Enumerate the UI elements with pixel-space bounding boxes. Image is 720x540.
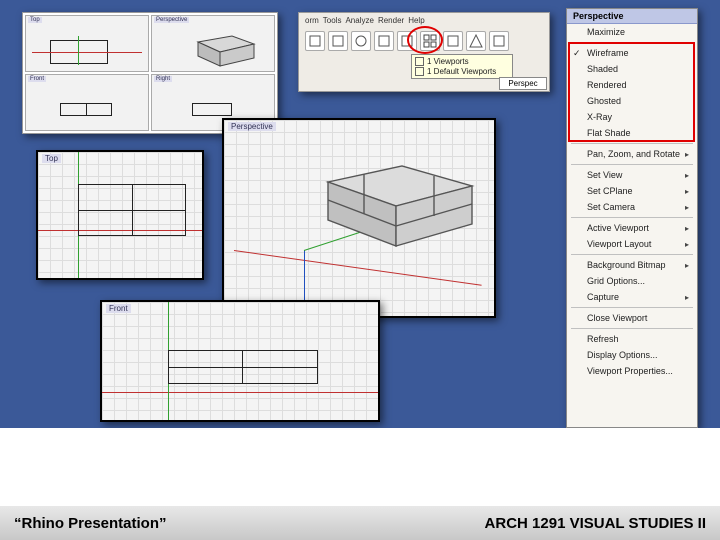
mini-label: Front bbox=[28, 76, 46, 82]
context-menu-item-label: Pan, Zoom, and Rotate bbox=[587, 149, 680, 159]
tooltip-line: 1 Viewports bbox=[427, 57, 469, 67]
context-menu-item-label: Shaded bbox=[587, 64, 618, 74]
viewport-perspective: Perspective bbox=[222, 118, 496, 318]
context-menu-item[interactable]: X-Ray bbox=[567, 109, 697, 125]
context-menu-item[interactable]: Shaded bbox=[567, 61, 697, 77]
context-menu-item[interactable]: Flat Shade bbox=[567, 125, 697, 141]
tooltip-line: 1 Default Viewports bbox=[427, 67, 496, 77]
box3d-icon bbox=[190, 30, 260, 70]
context-menu-item-label: Wireframe bbox=[587, 48, 629, 58]
context-menu-item-label: Viewport Properties... bbox=[587, 366, 673, 376]
menu-separator bbox=[571, 307, 693, 308]
context-menu-item-label: Maximize bbox=[587, 27, 625, 37]
toolbar-button[interactable] bbox=[351, 31, 371, 51]
context-menu-item[interactable]: Viewport Properties... bbox=[567, 363, 697, 379]
context-menu-title: Perspective bbox=[567, 9, 697, 24]
context-menu-item-label: Grid Options... bbox=[587, 276, 645, 286]
context-menu-item-label: Active Viewport bbox=[587, 223, 649, 233]
menu-item[interactable]: Help bbox=[408, 16, 424, 25]
context-menu-item-label: Close Viewport bbox=[587, 313, 647, 323]
context-menu-item-label: Set CPlane bbox=[587, 186, 633, 196]
viewport-title: Perspective bbox=[228, 122, 276, 131]
viewport-title: Front bbox=[106, 304, 131, 313]
mini-label: Top bbox=[28, 17, 42, 23]
menu-separator bbox=[571, 164, 693, 165]
context-menu-item-label: X-Ray bbox=[587, 112, 612, 122]
context-menu-item[interactable]: Close Viewport bbox=[567, 310, 697, 326]
box3d-icon bbox=[314, 150, 484, 260]
toolbar-button[interactable] bbox=[328, 31, 348, 51]
context-menu-item-label: Rendered bbox=[587, 80, 627, 90]
toolbar-button[interactable] bbox=[397, 31, 417, 51]
context-menu-item-label: Display Options... bbox=[587, 350, 658, 360]
footer-right: ARCH 1291 VISUAL STUDIES II bbox=[485, 515, 706, 532]
context-menu-item[interactable]: Wireframe bbox=[567, 45, 697, 61]
mini-view-top: Top bbox=[25, 15, 149, 72]
menu-separator bbox=[571, 217, 693, 218]
viewport-tab-label: Perspec bbox=[508, 79, 537, 88]
context-menu-item[interactable]: Rendered bbox=[567, 77, 697, 93]
toolbar-button[interactable] bbox=[374, 31, 394, 51]
context-menu-item[interactable]: Set Camera bbox=[567, 199, 697, 215]
context-menu-item[interactable]: Set CPlane bbox=[567, 183, 697, 199]
context-menu-item[interactable]: Pan, Zoom, and Rotate bbox=[567, 146, 697, 162]
context-menu-item[interactable]: Set View bbox=[567, 167, 697, 183]
toolbar-button[interactable] bbox=[443, 31, 463, 51]
toolbar-button[interactable] bbox=[489, 31, 509, 51]
context-menu-item-label: Ghosted bbox=[587, 96, 621, 106]
context-menu-item-label: Set Camera bbox=[587, 202, 635, 212]
collage-area: Top Perspective bbox=[0, 0, 720, 428]
tooltip-icon bbox=[415, 67, 424, 76]
mini-label: Perspective bbox=[154, 17, 189, 23]
thumbnail-4viewports: Top Perspective bbox=[22, 12, 278, 134]
toolbar-button[interactable] bbox=[466, 31, 486, 51]
context-menu-item-label: Flat Shade bbox=[587, 128, 631, 138]
context-menu-item[interactable]: Ghosted bbox=[567, 93, 697, 109]
menubar: orm Tools Analyze Render Help bbox=[299, 13, 549, 28]
menu-item[interactable]: Analyze bbox=[345, 16, 373, 25]
mini-view-perspective: Perspective bbox=[151, 15, 275, 72]
context-menu-item-label: Set View bbox=[587, 170, 622, 180]
context-menu-item[interactable]: Background Bitmap bbox=[567, 257, 697, 273]
context-menu-item-label: Background Bitmap bbox=[587, 260, 666, 270]
context-menu-item[interactable]: Display Options... bbox=[567, 347, 697, 363]
menu-separator bbox=[571, 143, 693, 144]
thumbnail-toolbar: orm Tools Analyze Render Help bbox=[298, 12, 550, 92]
context-menu-item[interactable]: Active Viewport bbox=[567, 220, 697, 236]
menu-separator bbox=[571, 254, 693, 255]
mini-label: Right bbox=[154, 76, 172, 82]
menu-item[interactable]: Render bbox=[378, 16, 404, 25]
viewport-front: Front bbox=[100, 300, 380, 422]
context-menu-item-label: Refresh bbox=[587, 334, 619, 344]
context-menu-item[interactable]: Maximize bbox=[567, 24, 697, 40]
viewport-title: Top bbox=[42, 154, 61, 163]
context-menu-item[interactable]: Viewport Layout bbox=[567, 236, 697, 252]
viewport-top: Top bbox=[36, 150, 204, 280]
menu-item[interactable]: orm bbox=[305, 16, 319, 25]
tooltip: 1 Viewports 1 Default Viewports bbox=[411, 54, 513, 79]
mini-view-front: Front bbox=[25, 74, 149, 131]
footer: “Rhino Presentation” ARCH 1291 VISUAL ST… bbox=[0, 506, 720, 540]
context-menu-item-label: Viewport Layout bbox=[587, 239, 651, 249]
tooltip-icon bbox=[415, 57, 424, 66]
context-menu-item-label: Capture bbox=[587, 292, 619, 302]
toolbar-row bbox=[299, 28, 549, 54]
context-menu-item[interactable]: Capture bbox=[567, 289, 697, 305]
context-menu-item[interactable]: Refresh bbox=[567, 331, 697, 347]
four-viewports-button[interactable] bbox=[420, 31, 440, 51]
menu-item[interactable]: Tools bbox=[323, 16, 342, 25]
footer-left: “Rhino Presentation” bbox=[14, 515, 167, 532]
context-menu-item[interactable]: Grid Options... bbox=[567, 273, 697, 289]
menu-separator bbox=[571, 42, 693, 43]
context-menu: Perspective Maximize Wireframe Shaded Rende… bbox=[566, 8, 698, 428]
viewport-tab[interactable]: Perspec bbox=[499, 77, 547, 90]
menu-separator bbox=[571, 328, 693, 329]
toolbar-button[interactable] bbox=[305, 31, 325, 51]
